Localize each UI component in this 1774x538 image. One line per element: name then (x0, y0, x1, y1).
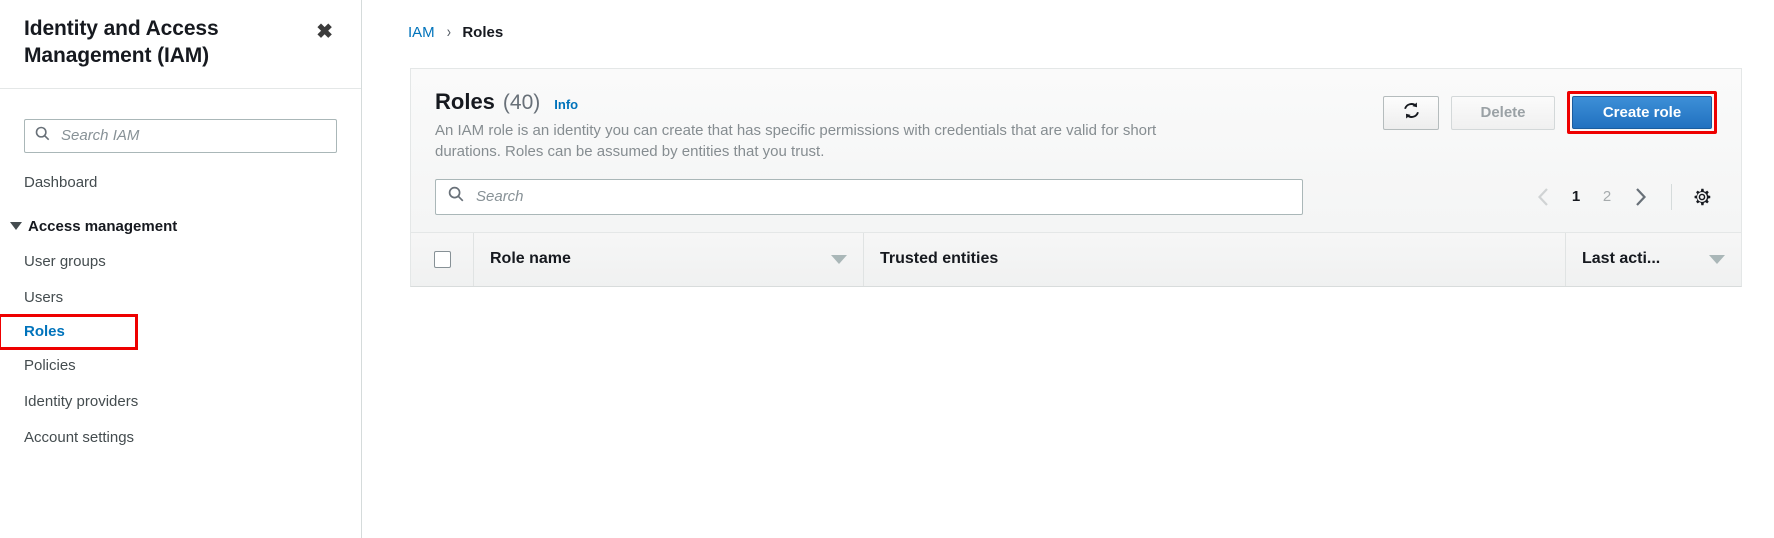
roles-panel: Roles (40) Info An IAM role is an identi… (410, 68, 1742, 287)
column-header-trusted-entities[interactable]: Trusted entities (863, 232, 1565, 286)
sort-descending-icon[interactable] (831, 254, 847, 264)
pagination: 1 2 (1527, 181, 1717, 213)
search-iam-input[interactable]: Search IAM (24, 118, 337, 153)
panel-title-block: Roles (40) Info An IAM role is an identi… (435, 89, 1383, 163)
next-page-button[interactable] (1624, 181, 1656, 213)
sidebar: Identity and Access Management (IAM) ✖ S… (0, 0, 362, 538)
sidebar-search-wrapper: Search IAM (0, 89, 361, 153)
select-all-checkbox[interactable] (433, 250, 451, 268)
sidebar-title: Identity and Access Management (IAM) (24, 17, 219, 67)
pagination-divider (1671, 183, 1672, 210)
refresh-icon (1402, 101, 1421, 124)
panel-header: Roles (40) Info An IAM role is an identi… (411, 69, 1741, 163)
sidebar-item-roles[interactable]: Roles (0, 313, 138, 350)
search-iam-placeholder: Search IAM (61, 127, 140, 145)
sidebar-nav: Dashboard Access management User groups … (0, 153, 361, 456)
select-all-header (411, 233, 473, 286)
column-header-last-activity[interactable]: Last acti... (1565, 232, 1741, 286)
create-role-highlight: Create role (1567, 91, 1717, 134)
create-role-button[interactable]: Create role (1572, 96, 1712, 129)
column-label-trusted-entities: Trusted entities (880, 250, 999, 268)
info-link[interactable]: Info (554, 97, 578, 112)
search-placeholder: Search (476, 188, 524, 206)
column-label-role-name: Role name (490, 250, 571, 268)
roles-table-header: Role name Trusted entities Last acti... (411, 231, 1741, 286)
previous-page-button[interactable] (1527, 181, 1559, 213)
sidebar-item-user-groups[interactable]: User groups (0, 244, 361, 280)
breadcrumb-item-iam[interactable]: IAM (408, 24, 435, 41)
page-button-2[interactable]: 2 (1593, 181, 1621, 213)
chevron-right-icon: › (446, 22, 451, 41)
breadcrumb: IAM › Roles (362, 0, 1774, 42)
sidebar-item-roles-row: Roles (0, 313, 361, 350)
panel-description: An IAM role is an identity you can creat… (435, 122, 1157, 161)
sidebar-section-access-management[interactable]: Access management (0, 209, 361, 244)
search-input[interactable]: Search (435, 178, 1303, 215)
search-icon (35, 126, 50, 146)
refresh-button[interactable] (1383, 95, 1439, 130)
panel-actions: Delete Create role (1383, 89, 1717, 134)
close-icon[interactable]: ✖ (312, 20, 337, 44)
search-icon (448, 186, 464, 207)
sidebar-item-dashboard[interactable]: Dashboard (0, 165, 361, 201)
chevron-down-icon (10, 222, 22, 231)
delete-button[interactable]: Delete (1451, 95, 1555, 130)
sidebar-item-policies[interactable]: Policies (0, 348, 361, 384)
sort-descending-icon[interactable] (1709, 254, 1725, 264)
sidebar-item-account-settings[interactable]: Account settings (0, 420, 361, 456)
sidebar-section-label: Access management (28, 217, 178, 235)
breadcrumb-item-roles: Roles (462, 23, 504, 41)
sidebar-header: Identity and Access Management (IAM) ✖ (0, 0, 361, 89)
main-content: IAM › Roles Roles (40) Info An IAM role … (362, 0, 1774, 538)
column-header-role-name[interactable]: Role name (473, 232, 863, 286)
roles-count: (40) (502, 91, 541, 114)
sidebar-item-identity-providers[interactable]: Identity providers (0, 384, 361, 420)
filter-row: Search 1 2 (411, 163, 1741, 232)
gear-icon[interactable] (1687, 182, 1717, 212)
page-title: Roles (435, 89, 495, 114)
panel-title-row: Roles (40) Info (435, 89, 1383, 115)
iam-console: Identity and Access Management (IAM) ✖ S… (0, 0, 1774, 538)
page-button-1[interactable]: 1 (1562, 181, 1590, 213)
sidebar-item-users[interactable]: Users (0, 280, 361, 316)
column-label-last-activity: Last acti... (1582, 250, 1661, 268)
